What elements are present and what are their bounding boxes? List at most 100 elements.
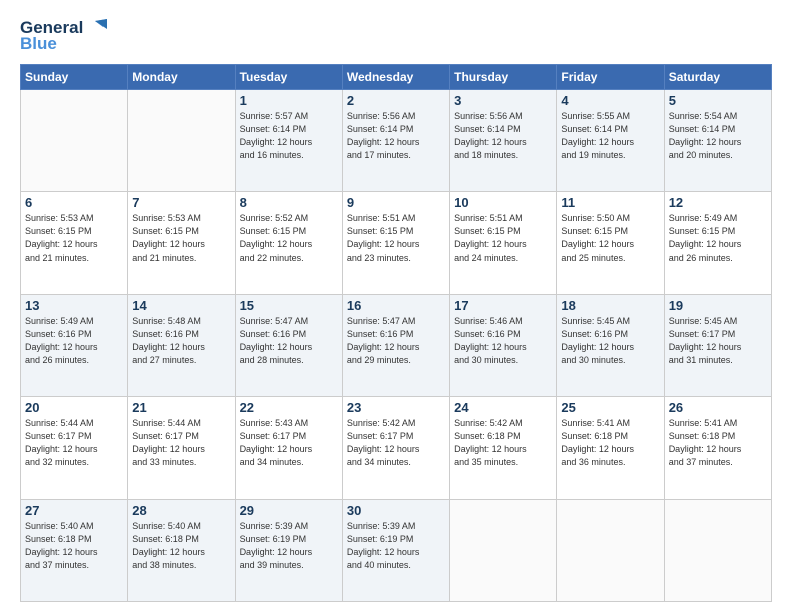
day-number: 8	[240, 195, 338, 210]
day-info: Sunrise: 5:45 AM Sunset: 6:17 PM Dayligh…	[669, 315, 767, 367]
logo-container: General Blue	[20, 18, 107, 54]
calendar-cell: 4 Sunrise: 5:55 AM Sunset: 6:14 PM Daylig…	[557, 90, 664, 192]
weekday-tuesday: Tuesday	[235, 65, 342, 90]
calendar-table: SundayMondayTuesdayWednesdayThursdayFrid…	[20, 64, 772, 602]
calendar-cell: 29 Sunrise: 5:39 AM Sunset: 6:19 PM Dayli…	[235, 499, 342, 601]
day-number: 1	[240, 93, 338, 108]
calendar-cell	[664, 499, 771, 601]
calendar-cell: 24 Sunrise: 5:42 AM Sunset: 6:18 PM Dayli…	[450, 397, 557, 499]
calendar-cell: 28Sunrise: 5:40 AM Sunset: 6:18 PM Dayli…	[128, 499, 235, 601]
day-number: 16	[347, 298, 445, 313]
day-info: Sunrise: 5:56 AM Sunset: 6:14 PM Dayligh…	[347, 110, 445, 162]
calendar-cell: 21 Sunrise: 5:44 AM Sunset: 6:17 PM Dayli…	[128, 397, 235, 499]
calendar-cell	[557, 499, 664, 601]
day-info: Sunrise: 5:42 AM Sunset: 6:18 PM Dayligh…	[454, 417, 552, 469]
day-info: Sunrise: 5:51 AM Sunset: 6:15 PM Dayligh…	[347, 212, 445, 264]
logo: General Blue	[20, 18, 107, 54]
day-info: Sunrise: 5:55 AM Sunset: 6:14 PM Dayligh…	[561, 110, 659, 162]
calendar-cell: 10 Sunrise: 5:51 AM Sunset: 6:15 PM Dayli…	[450, 192, 557, 294]
day-info: Sunrise: 5:46 AM Sunset: 6:16 PM Dayligh…	[454, 315, 552, 367]
day-number: 15	[240, 298, 338, 313]
day-number: 3	[454, 93, 552, 108]
day-number: 23	[347, 400, 445, 415]
calendar-cell	[21, 90, 128, 192]
day-number: 30	[347, 503, 445, 518]
calendar-cell: 7 Sunrise: 5:53 AM Sunset: 6:15 PM Daylig…	[128, 192, 235, 294]
weekday-friday: Friday	[557, 65, 664, 90]
calendar-cell: 5 Sunrise: 5:54 AM Sunset: 6:14 PM Daylig…	[664, 90, 771, 192]
day-number: 20	[25, 400, 123, 415]
day-info: Sunrise: 5:57 AM Sunset: 6:14 PM Dayligh…	[240, 110, 338, 162]
calendar-cell	[128, 90, 235, 192]
calendar-cell: 12Sunrise: 5:49 AM Sunset: 6:15 PM Dayli…	[664, 192, 771, 294]
day-info: Sunrise: 5:39 AM Sunset: 6:19 PM Dayligh…	[240, 520, 338, 572]
day-info: Sunrise: 5:44 AM Sunset: 6:17 PM Dayligh…	[132, 417, 230, 469]
calendar-cell: 27 Sunrise: 5:40 AM Sunset: 6:18 PM Dayli…	[21, 499, 128, 601]
day-number: 26	[669, 400, 767, 415]
day-info: Sunrise: 5:54 AM Sunset: 6:14 PM Dayligh…	[669, 110, 767, 162]
day-info: Sunrise: 5:48 AM Sunset: 6:16 PM Dayligh…	[132, 315, 230, 367]
day-number: 11	[561, 195, 659, 210]
calendar-cell: 11 Sunrise: 5:50 AM Sunset: 6:15 PM Dayli…	[557, 192, 664, 294]
calendar-row-5: 27 Sunrise: 5:40 AM Sunset: 6:18 PM Dayli…	[21, 499, 772, 601]
calendar-cell: 16 Sunrise: 5:47 AM Sunset: 6:16 PM Dayli…	[342, 294, 449, 396]
day-info: Sunrise: 5:51 AM Sunset: 6:15 PM Dayligh…	[454, 212, 552, 264]
calendar-cell: 25 Sunrise: 5:41 AM Sunset: 6:18 PM Dayli…	[557, 397, 664, 499]
day-number: 17	[454, 298, 552, 313]
calendar-cell: 14 Sunrise: 5:48 AM Sunset: 6:16 PM Dayli…	[128, 294, 235, 396]
calendar-cell: 20 Sunrise: 5:44 AM Sunset: 6:17 PM Dayli…	[21, 397, 128, 499]
day-info: Sunrise: 5:56 AM Sunset: 6:14 PM Dayligh…	[454, 110, 552, 162]
day-number: 13	[25, 298, 123, 313]
calendar-cell: 15 Sunrise: 5:47 AM Sunset: 6:16 PM Dayli…	[235, 294, 342, 396]
day-info: Sunrise: 5:50 AM Sunset: 6:15 PM Dayligh…	[561, 212, 659, 264]
day-number: 25	[561, 400, 659, 415]
calendar-row-4: 20 Sunrise: 5:44 AM Sunset: 6:17 PM Dayli…	[21, 397, 772, 499]
day-number: 12	[669, 195, 767, 210]
calendar-cell: 30Sunrise: 5:39 AM Sunset: 6:19 PM Dayli…	[342, 499, 449, 601]
calendar-row-3: 13Sunrise: 5:49 AM Sunset: 6:16 PM Dayli…	[21, 294, 772, 396]
day-number: 10	[454, 195, 552, 210]
calendar-cell: 22 Sunrise: 5:43 AM Sunset: 6:17 PM Dayli…	[235, 397, 342, 499]
day-info: Sunrise: 5:53 AM Sunset: 6:15 PM Dayligh…	[25, 212, 123, 264]
logo-bird-icon	[85, 19, 107, 37]
calendar-cell: 13Sunrise: 5:49 AM Sunset: 6:16 PM Dayli…	[21, 294, 128, 396]
calendar-row-1: 1 Sunrise: 5:57 AM Sunset: 6:14 PM Daylig…	[21, 90, 772, 192]
day-info: Sunrise: 5:47 AM Sunset: 6:16 PM Dayligh…	[347, 315, 445, 367]
day-info: Sunrise: 5:42 AM Sunset: 6:17 PM Dayligh…	[347, 417, 445, 469]
logo-blue: Blue	[20, 34, 57, 54]
day-info: Sunrise: 5:47 AM Sunset: 6:16 PM Dayligh…	[240, 315, 338, 367]
day-number: 27	[25, 503, 123, 518]
day-number: 4	[561, 93, 659, 108]
day-info: Sunrise: 5:53 AM Sunset: 6:15 PM Dayligh…	[132, 212, 230, 264]
weekday-thursday: Thursday	[450, 65, 557, 90]
day-number: 14	[132, 298, 230, 313]
day-number: 19	[669, 298, 767, 313]
day-info: Sunrise: 5:45 AM Sunset: 6:16 PM Dayligh…	[561, 315, 659, 367]
day-number: 29	[240, 503, 338, 518]
day-info: Sunrise: 5:40 AM Sunset: 6:18 PM Dayligh…	[132, 520, 230, 572]
weekday-wednesday: Wednesday	[342, 65, 449, 90]
day-number: 22	[240, 400, 338, 415]
day-info: Sunrise: 5:43 AM Sunset: 6:17 PM Dayligh…	[240, 417, 338, 469]
day-number: 6	[25, 195, 123, 210]
day-info: Sunrise: 5:44 AM Sunset: 6:17 PM Dayligh…	[25, 417, 123, 469]
day-info: Sunrise: 5:40 AM Sunset: 6:18 PM Dayligh…	[25, 520, 123, 572]
day-number: 7	[132, 195, 230, 210]
calendar-cell: 8Sunrise: 5:52 AM Sunset: 6:15 PM Daylig…	[235, 192, 342, 294]
day-number: 24	[454, 400, 552, 415]
day-info: Sunrise: 5:41 AM Sunset: 6:18 PM Dayligh…	[669, 417, 767, 469]
page-header: General Blue	[20, 18, 772, 54]
calendar-cell: 18Sunrise: 5:45 AM Sunset: 6:16 PM Dayli…	[557, 294, 664, 396]
day-info: Sunrise: 5:41 AM Sunset: 6:18 PM Dayligh…	[561, 417, 659, 469]
day-number: 2	[347, 93, 445, 108]
weekday-saturday: Saturday	[664, 65, 771, 90]
calendar-cell: 3 Sunrise: 5:56 AM Sunset: 6:14 PM Daylig…	[450, 90, 557, 192]
calendar-cell: 17 Sunrise: 5:46 AM Sunset: 6:16 PM Dayli…	[450, 294, 557, 396]
day-number: 9	[347, 195, 445, 210]
calendar-cell: 19 Sunrise: 5:45 AM Sunset: 6:17 PM Dayli…	[664, 294, 771, 396]
day-number: 21	[132, 400, 230, 415]
weekday-sunday: Sunday	[21, 65, 128, 90]
calendar-cell: 2 Sunrise: 5:56 AM Sunset: 6:14 PM Daylig…	[342, 90, 449, 192]
day-number: 5	[669, 93, 767, 108]
calendar-cell: 23 Sunrise: 5:42 AM Sunset: 6:17 PM Dayli…	[342, 397, 449, 499]
